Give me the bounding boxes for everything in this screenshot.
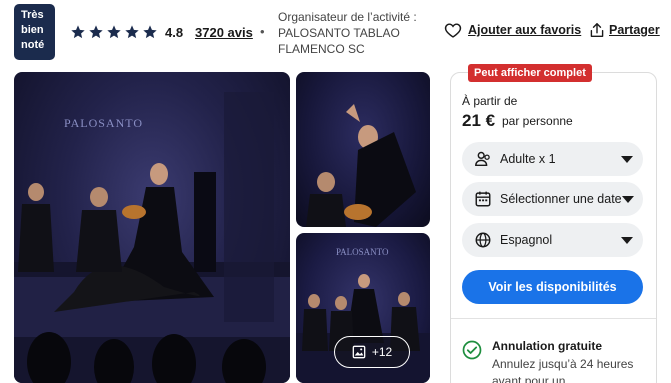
rating-value: 4.8 — [165, 25, 184, 40]
image-icon — [352, 345, 366, 359]
may-sell-out-badge: Peut afficher complet — [468, 64, 592, 82]
heart-icon — [444, 22, 462, 38]
participants-icon — [474, 150, 492, 168]
dancer-photo[interactable] — [296, 72, 430, 227]
share-label: Partager — [609, 23, 660, 37]
chevron-down-icon — [621, 236, 633, 244]
language-value: Espagnol — [500, 233, 553, 247]
rating-badge: Très bien noté — [14, 4, 55, 60]
star-icon — [142, 24, 158, 40]
star-icon — [88, 24, 104, 40]
free-cancellation-title: Annulation gratuite — [492, 339, 602, 353]
reviews-link[interactable]: 3720 avis — [195, 25, 253, 40]
price-from-label: À partir de — [462, 94, 518, 108]
badge-line-1: Très — [21, 9, 44, 21]
organizer-label: Organisateur de l’activité : — [278, 10, 417, 24]
globe-icon — [474, 231, 492, 249]
organizer-name-line-1: PALOSANTO TABLAO — [278, 26, 400, 40]
separator-dot: • — [260, 24, 265, 39]
main-photo[interactable]: PALOSANTO — [14, 72, 290, 383]
per-person-label: par personne — [502, 114, 573, 128]
participants-value: Adulte x 1 — [500, 152, 556, 166]
star-icon — [70, 24, 86, 40]
palosanto-sign: PALOSANTO — [336, 247, 389, 257]
chevron-down-icon — [621, 155, 633, 163]
badge-line-3: noté — [21, 39, 45, 51]
organizer-name-line-2: FLAMENCO SC — [278, 42, 365, 56]
date-select[interactable]: Sélectionner une date — [462, 182, 643, 216]
check-availability-button[interactable]: Voir les disponibilités — [462, 270, 643, 304]
add-to-favorites-button[interactable]: Ajouter aux favoris — [444, 22, 581, 38]
price-value: 21 € — [462, 111, 496, 130]
free-cancellation-detail-1: Annulez jusqu’à 24 heures — [492, 357, 634, 371]
chevron-down-icon — [621, 195, 634, 203]
share-icon — [590, 22, 604, 38]
language-select[interactable]: Espagnol — [462, 223, 643, 257]
free-cancellation-detail-2: avant pour un — [492, 374, 566, 383]
star-icon — [106, 24, 122, 40]
more-photos-button[interactable]: +12 — [334, 336, 410, 368]
star-rating — [70, 24, 158, 40]
favorites-label: Ajouter aux favoris — [468, 23, 582, 37]
calendar-icon — [474, 190, 492, 208]
divider — [451, 318, 656, 319]
organizer-info: Organisateur de l’activité : PALOSANTO T… — [278, 9, 438, 57]
palosanto-sign: PALOSANTO — [64, 116, 143, 130]
participants-select[interactable]: Adulte x 1 — [462, 142, 643, 176]
more-photos-count: +12 — [371, 345, 393, 359]
date-value: Sélectionner une date — [500, 192, 622, 206]
share-button[interactable]: Partager — [590, 22, 660, 38]
check-circle-icon — [462, 340, 482, 360]
star-icon — [124, 24, 140, 40]
badge-line-2: bien — [21, 24, 44, 36]
